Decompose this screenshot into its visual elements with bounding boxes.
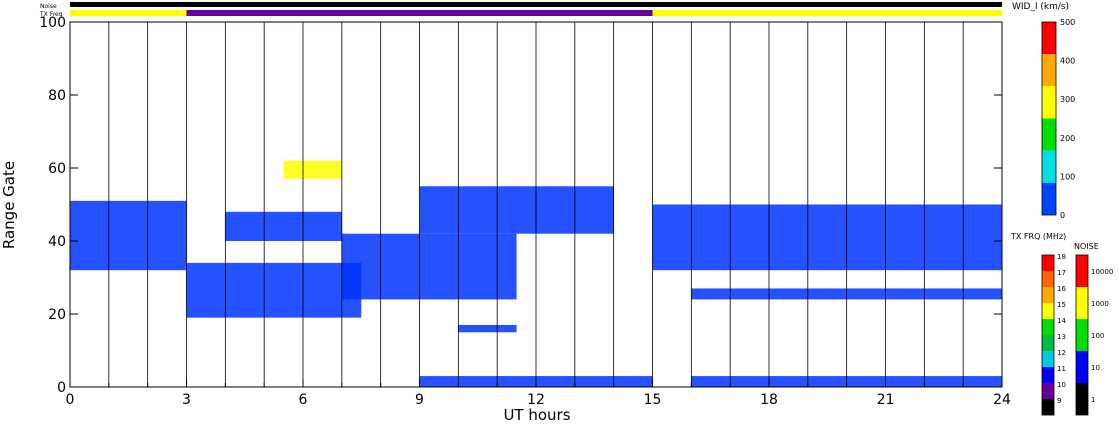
x-axis-label: UT hours	[503, 406, 570, 424]
wid-colorbar-label: 100	[1060, 172, 1075, 181]
wid-colorbar-swatch	[1042, 150, 1056, 183]
wid-colorbar-scale: 500 400 300 200 100 0	[1041, 18, 1075, 220]
x-tick-label: 6	[299, 392, 308, 408]
wid-colorbar-label: 200	[1060, 134, 1075, 143]
txfreq-colorbar-swatch	[1042, 319, 1054, 335]
txfreq-colorbar-swatch	[1042, 351, 1054, 367]
txfreq-colorbar-label: 10	[1057, 381, 1066, 389]
noise-colorbar: NOISE 10000 1000 100 10 1	[1074, 242, 1113, 416]
noise-colorbar-label: 10	[1091, 364, 1100, 372]
noise-colorbar-swatch	[1076, 255, 1088, 287]
noise-colorbar-title: NOISE	[1074, 242, 1099, 251]
txfreq-colorbar-label: 12	[1057, 349, 1066, 357]
noise-colorbar-label: 1000	[1091, 300, 1109, 308]
txfreq-colorbar-label: 16	[1057, 285, 1066, 293]
txfreq-colorbar-swatch	[1042, 271, 1054, 287]
txfreq-colorbar-swatch	[1042, 383, 1054, 399]
wid-colorbar-swatch	[1042, 86, 1056, 119]
noise-bar	[70, 2, 1002, 7]
noise-colorbar-label: 100	[1091, 332, 1104, 340]
txfreq-colorbar-swatch	[1042, 335, 1054, 351]
noise-bar-label: Noise	[40, 3, 57, 10]
radar-summary-plot: Noise TX Freq 0 3 6 9 12 15 18 21 24 02040608010…	[0, 2, 1113, 424]
x-tick-label: 18	[760, 392, 778, 408]
txfreq-colorbar-label: 9	[1057, 397, 1061, 405]
txfreq-bar	[70, 10, 1002, 16]
y-tick-label: 40	[48, 234, 66, 250]
txfreq-colorbar-title: TX FRQ (MHz)	[1010, 232, 1066, 241]
wid-colorbar-swatch	[1042, 54, 1056, 87]
x-tick-label: 24	[993, 392, 1011, 408]
wid-colorbar-swatch	[1042, 118, 1056, 151]
txfreq-colorbar-label: 18	[1057, 253, 1066, 261]
heatmap-region	[70, 200, 187, 271]
x-tick-label: 9	[415, 392, 424, 408]
x-tick-label: 15	[644, 392, 662, 408]
y-tick-label: 20	[48, 307, 66, 323]
y-tick-label: 60	[48, 161, 66, 177]
wid-colorbar: WID_l (km/s) 500 400 300 200 100 0	[1012, 2, 1075, 220]
status-bars: Noise TX Freq	[39, 2, 1002, 18]
wid-colorbar-label: 500	[1060, 18, 1075, 27]
wid-colorbar-title: WID_l (km/s)	[1012, 2, 1069, 12]
heatmap-region	[652, 204, 1002, 271]
wid-colorbar-label: 400	[1060, 57, 1075, 66]
wid-colorbar-swatch	[1042, 22, 1056, 55]
txfreq-colorbar: TX FRQ (MHz) 18 17 16 15 14 13 12 11 10 9	[1010, 232, 1066, 416]
y-tick-label: 80	[48, 88, 66, 104]
txfreq-colorbar-label: 13	[1057, 333, 1066, 341]
txfreq-colorbar-scale: 18 17 16 15 14 13 12 11 10 9	[1041, 253, 1066, 416]
noise-colorbar-label: 1	[1091, 396, 1095, 404]
wid-colorbar-label: 300	[1060, 95, 1075, 104]
heatmap-region	[283, 160, 342, 179]
txfreq-colorbar-label: 17	[1057, 269, 1066, 277]
x-tick-label: 3	[182, 392, 191, 408]
wid-colorbar-swatch	[1042, 182, 1056, 215]
txfreq-colorbar-swatch	[1042, 303, 1054, 319]
txfreq-colorbar-swatch	[1042, 255, 1054, 271]
x-tick-label: 0	[66, 392, 75, 408]
noise-colorbar-swatch	[1076, 287, 1088, 319]
noise-colorbar-swatch	[1076, 319, 1088, 351]
txfreq-colorbar-swatch	[1042, 399, 1054, 415]
x-tick-label: 21	[877, 392, 895, 408]
txfreq-colorbar-swatch	[1042, 287, 1054, 303]
txfreq-colorbar-label: 14	[1057, 317, 1066, 325]
noise-colorbar-swatch	[1076, 351, 1088, 383]
txfreq-colorbar-label: 11	[1057, 365, 1066, 373]
heatmap-region	[419, 186, 614, 234]
txfreq-bar-segment	[652, 10, 1002, 16]
wid-colorbar-label: 0	[1060, 211, 1065, 220]
heatmap-region	[458, 324, 517, 333]
y-tick-label: 100	[39, 15, 66, 31]
heatmap-region	[186, 262, 362, 318]
noise-colorbar-label: 10000	[1091, 268, 1113, 276]
heatmap-region	[341, 233, 517, 300]
heatmap-panel: 0 3 6 9 12 15 18 21 24 020406080100 UT hours Ran…	[0, 15, 1011, 424]
txfreq-colorbar-swatch	[1042, 367, 1054, 383]
txfreq-bar-segment	[186, 10, 653, 16]
heatmap-region	[225, 211, 342, 241]
noise-colorbar-scale: 10000 1000 100 10 1	[1075, 254, 1113, 416]
noise-bar-segment	[70, 2, 1002, 7]
noise-colorbar-swatch	[1076, 383, 1088, 415]
txfreq-bar-segment	[70, 10, 187, 16]
y-axis-label: Range Gate	[0, 161, 18, 249]
txfreq-colorbar-label: 15	[1057, 301, 1066, 309]
y-tick-label: 0	[57, 380, 66, 396]
